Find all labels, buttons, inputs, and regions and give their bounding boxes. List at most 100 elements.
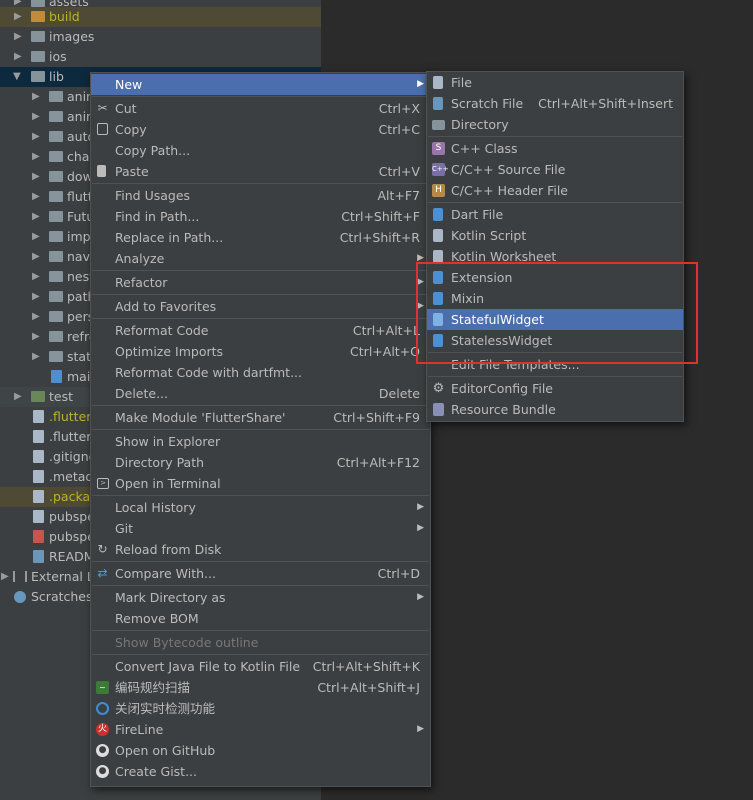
- github-icon: ●: [96, 744, 109, 757]
- highlight-annotation-box: [416, 262, 698, 364]
- expand-arrow-icon[interactable]: ▶: [32, 287, 40, 307]
- menu-item-cut[interactable]: ✂ Cut Ctrl+X: [91, 98, 430, 119]
- menu-item-copy[interactable]: Copy Ctrl+C: [91, 119, 430, 140]
- separator: [92, 405, 429, 406]
- separator: [92, 495, 429, 496]
- file-icon: [33, 490, 44, 503]
- menu-item-find-usages[interactable]: Find Usages Alt+F7: [91, 185, 430, 206]
- menu-item-show-in-explorer[interactable]: Show in Explorer: [91, 431, 430, 452]
- menu-item-open-on-github[interactable]: ● Open on GitHub: [91, 740, 430, 761]
- menu-item-reformat-dartfmt[interactable]: Reformat Code with dartfmt...: [91, 362, 430, 383]
- expand-arrow-icon[interactable]: ▶: [32, 267, 40, 287]
- tree-item-ios[interactable]: ▶ ios: [0, 47, 321, 67]
- folder-icon: [432, 120, 445, 130]
- copy-icon: [97, 123, 108, 135]
- folder-icon: [49, 291, 63, 302]
- menu-item-local-history[interactable]: Local History ▶: [91, 497, 430, 518]
- menu-item-compare-with[interactable]: ⇄ Compare With... Ctrl+D: [91, 563, 430, 584]
- folder-icon: [31, 0, 45, 7]
- submenu-item-editorconfig[interactable]: ⚙ EditorConfig File: [427, 378, 683, 399]
- file-icon: [33, 470, 44, 483]
- menu-item-create-gist[interactable]: ● Create Gist...: [91, 761, 430, 782]
- separator: [428, 136, 682, 137]
- tree-item-build[interactable]: ▶ build: [0, 7, 321, 27]
- folder-icon: [49, 171, 63, 182]
- scratches-icon: [14, 591, 26, 603]
- menu-item-disable-realtime-check[interactable]: 关闭实时检测功能: [91, 698, 430, 719]
- menu-item-fireline[interactable]: 火 FireLine ▶: [91, 719, 430, 740]
- markdown-file-icon: [33, 550, 44, 563]
- disable-icon: [96, 702, 109, 715]
- menu-item-directory-path[interactable]: Directory Path Ctrl+Alt+F12: [91, 452, 430, 473]
- submenu-item-resource-bundle[interactable]: Resource Bundle: [427, 399, 683, 420]
- folder-icon: [31, 11, 45, 22]
- menu-item-paste[interactable]: Paste Ctrl+V: [91, 161, 430, 182]
- separator: [428, 202, 682, 203]
- expand-arrow-icon[interactable]: ▶: [14, 7, 22, 27]
- menu-item-refactor[interactable]: Refactor ▶: [91, 272, 430, 293]
- folder-icon: [49, 131, 63, 142]
- fireline-icon: 火: [96, 723, 109, 736]
- expand-arrow-icon[interactable]: ▶: [32, 207, 40, 227]
- menu-item-mark-directory-as[interactable]: Mark Directory as ▶: [91, 587, 430, 608]
- menu-item-remove-bom[interactable]: Remove BOM: [91, 608, 430, 629]
- menu-item-convert-java-to-kotlin[interactable]: Convert Java File to Kotlin File Ctrl+Alt…: [91, 656, 430, 677]
- submenu-item-cpp-header[interactable]: H C/C++ Header File: [427, 180, 683, 201]
- separator: [92, 585, 429, 586]
- expand-arrow-icon[interactable]: ▶: [32, 247, 40, 267]
- cpp-source-icon: C++: [432, 163, 449, 176]
- menu-item-find-in-path[interactable]: Find in Path... Ctrl+Shift+F: [91, 206, 430, 227]
- expand-arrow-icon[interactable]: ▶: [32, 347, 40, 367]
- menu-item-code-scan[interactable]: ~ 编码规约扫描 Ctrl+Alt+Shift+J: [91, 677, 430, 698]
- menu-item-new[interactable]: New ▶: [91, 74, 430, 95]
- menu-item-open-in-terminal[interactable]: > Open in Terminal: [91, 473, 430, 494]
- expand-arrow-icon[interactable]: ▶: [32, 167, 40, 187]
- menu-item-add-to-favorites[interactable]: Add to Favorites ▶: [91, 296, 430, 317]
- separator: [92, 96, 429, 97]
- menu-item-git[interactable]: Git ▶: [91, 518, 430, 539]
- scissors-icon: ✂: [97, 101, 108, 115]
- menu-item-copy-path[interactable]: Copy Path...: [91, 140, 430, 161]
- expand-arrow-icon[interactable]: ▶: [32, 147, 40, 167]
- menu-item-reformat-code[interactable]: Reformat Code Ctrl+Alt+L: [91, 320, 430, 341]
- expand-arrow-icon[interactable]: ▶: [14, 27, 22, 47]
- expand-arrow-icon[interactable]: ▶: [1, 567, 9, 587]
- expand-arrow-icon[interactable]: ▶: [32, 227, 40, 247]
- submenu-arrow-icon: ▶: [417, 724, 424, 734]
- folder-icon: [49, 251, 63, 262]
- expand-arrow-icon[interactable]: ▶: [32, 187, 40, 207]
- expand-arrow-icon[interactable]: ▶: [32, 87, 40, 107]
- folder-icon: [49, 191, 63, 202]
- folder-icon: [49, 211, 63, 222]
- file-icon: [33, 410, 44, 423]
- expand-arrow-icon[interactable]: ▶: [32, 307, 40, 327]
- kotlin-script-icon: [433, 229, 443, 242]
- paste-icon: [97, 165, 106, 177]
- expand-arrow-icon[interactable]: ▶: [32, 107, 40, 127]
- submenu-item-cpp-source[interactable]: C++ C/C++ Source File: [427, 159, 683, 180]
- collapse-arrow-icon[interactable]: ▼: [13, 67, 21, 87]
- submenu-item-cpp-class[interactable]: S C++ Class: [427, 138, 683, 159]
- menu-item-make-module[interactable]: Make Module 'FlutterShare' Ctrl+Shift+F9: [91, 407, 430, 428]
- submenu-item-scratch-file[interactable]: Scratch File Ctrl+Alt+Shift+Insert: [427, 93, 683, 114]
- tree-item-images[interactable]: ▶ images: [0, 27, 321, 47]
- submenu-item-dart-file[interactable]: Dart File: [427, 204, 683, 225]
- submenu-item-kotlin-script[interactable]: Kotlin Script: [427, 225, 683, 246]
- expand-arrow-icon[interactable]: ▶: [14, 387, 22, 407]
- expand-arrow-icon[interactable]: ▶: [32, 327, 40, 347]
- menu-item-analyze[interactable]: Analyze ▶: [91, 248, 430, 269]
- separator: [92, 561, 429, 562]
- menu-item-reload-from-disk[interactable]: ↻ Reload from Disk: [91, 539, 430, 560]
- expand-arrow-icon[interactable]: ▶: [32, 127, 40, 147]
- submenu-item-file[interactable]: File: [427, 72, 683, 93]
- gitignore-file-icon: [33, 450, 44, 463]
- context-menu: New ▶ ✂ Cut Ctrl+X Copy Ctrl+C Copy Path... …: [90, 72, 431, 787]
- expand-arrow-icon[interactable]: ▶: [14, 47, 22, 67]
- menu-item-delete[interactable]: Delete... Delete: [91, 383, 430, 404]
- cpp-header-icon: H: [432, 184, 445, 197]
- menu-item-replace-in-path[interactable]: Replace in Path... Ctrl+Shift+R: [91, 227, 430, 248]
- submenu-item-directory[interactable]: Directory: [427, 114, 683, 135]
- dart-file-icon: [51, 370, 62, 383]
- submenu-arrow-icon: ▶: [417, 502, 424, 512]
- menu-item-optimize-imports[interactable]: Optimize Imports Ctrl+Alt+O: [91, 341, 430, 362]
